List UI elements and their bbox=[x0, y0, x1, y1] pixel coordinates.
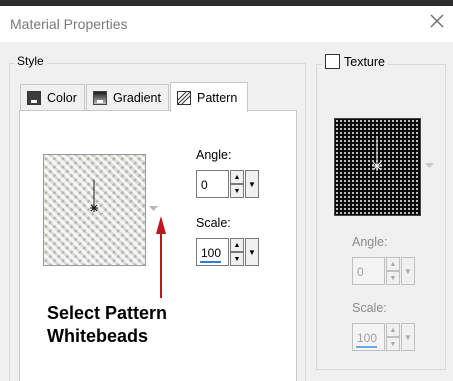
pattern-scale-input[interactable]: 100 bbox=[196, 238, 229, 266]
instruction-callout: Select Pattern Whitebeads bbox=[47, 302, 167, 348]
tab-color[interactable]: Color bbox=[20, 84, 85, 110]
texture-scale-spinner: 100 ▲ ▼ ▼ bbox=[352, 323, 415, 351]
pattern-angle-indicator bbox=[90, 180, 98, 212]
pattern-scale-label: Scale: bbox=[196, 216, 231, 230]
pattern-angle-input[interactable]: 0 bbox=[196, 170, 229, 198]
window-title: Material Properties bbox=[10, 16, 128, 32]
texture-scale-down-button[interactable]: ▼ bbox=[386, 337, 400, 351]
pattern-angle-label: Angle: bbox=[196, 148, 232, 162]
pattern-icon bbox=[176, 90, 192, 105]
color-swatch-icon bbox=[27, 90, 41, 105]
pattern-scale-down-button[interactable]: ▼ bbox=[230, 252, 244, 266]
style-group-legend: Style bbox=[14, 54, 47, 68]
pattern-scale-dropdown-button[interactable]: ▼ bbox=[245, 238, 259, 266]
close-icon[interactable] bbox=[429, 13, 445, 29]
tab-color-label: Color bbox=[47, 90, 77, 105]
texture-scale-dropdown-button[interactable]: ▼ bbox=[401, 323, 415, 351]
title-bar: Material Properties bbox=[0, 6, 453, 42]
pattern-scale-spinner: 100 ▲ ▼ ▼ bbox=[196, 238, 259, 266]
tab-gradient[interactable]: Gradient bbox=[86, 84, 169, 110]
texture-angle-up-button[interactable]: ▲ bbox=[386, 257, 400, 271]
red-arrow-annotation bbox=[156, 216, 166, 298]
texture-scale-input[interactable]: 100 bbox=[352, 323, 385, 351]
texture-angle-label: Angle: bbox=[352, 235, 388, 249]
texture-dropdown-icon[interactable] bbox=[425, 163, 434, 169]
texture-angle-down-button[interactable]: ▼ bbox=[386, 271, 400, 285]
tab-pattern-label: Pattern bbox=[197, 90, 238, 105]
texture-scale-label: Scale: bbox=[352, 301, 387, 315]
pattern-scale-up-button[interactable]: ▲ bbox=[230, 238, 244, 252]
texture-angle-spinner: 0 ▲ ▼ ▼ bbox=[352, 257, 415, 285]
texture-angle-indicator bbox=[372, 138, 382, 171]
pattern-angle-dropdown-button[interactable]: ▼ bbox=[245, 170, 259, 198]
pattern-dropdown-icon[interactable] bbox=[149, 206, 158, 212]
pattern-angle-spinner: 0 ▲ ▼ ▼ bbox=[196, 170, 259, 198]
gradient-icon bbox=[93, 90, 107, 105]
tab-pattern[interactable]: Pattern bbox=[170, 82, 248, 112]
pattern-angle-down-button[interactable]: ▼ bbox=[230, 184, 244, 198]
instruction-line-2: Whitebeads bbox=[47, 326, 149, 346]
instruction-line-1: Select Pattern bbox=[47, 303, 168, 323]
texture-scale-up-button[interactable]: ▲ bbox=[386, 323, 400, 337]
tab-gradient-label: Gradient bbox=[113, 90, 161, 105]
texture-angle-dropdown-button[interactable]: ▼ bbox=[401, 257, 415, 285]
pattern-angle-up-button[interactable]: ▲ bbox=[230, 170, 244, 184]
texture-angle-input[interactable]: 0 bbox=[352, 257, 385, 285]
texture-checkbox[interactable] bbox=[325, 54, 340, 69]
texture-checkbox-label: Texture bbox=[344, 54, 385, 69]
texture-checkbox-row[interactable]: Texture bbox=[322, 54, 388, 69]
